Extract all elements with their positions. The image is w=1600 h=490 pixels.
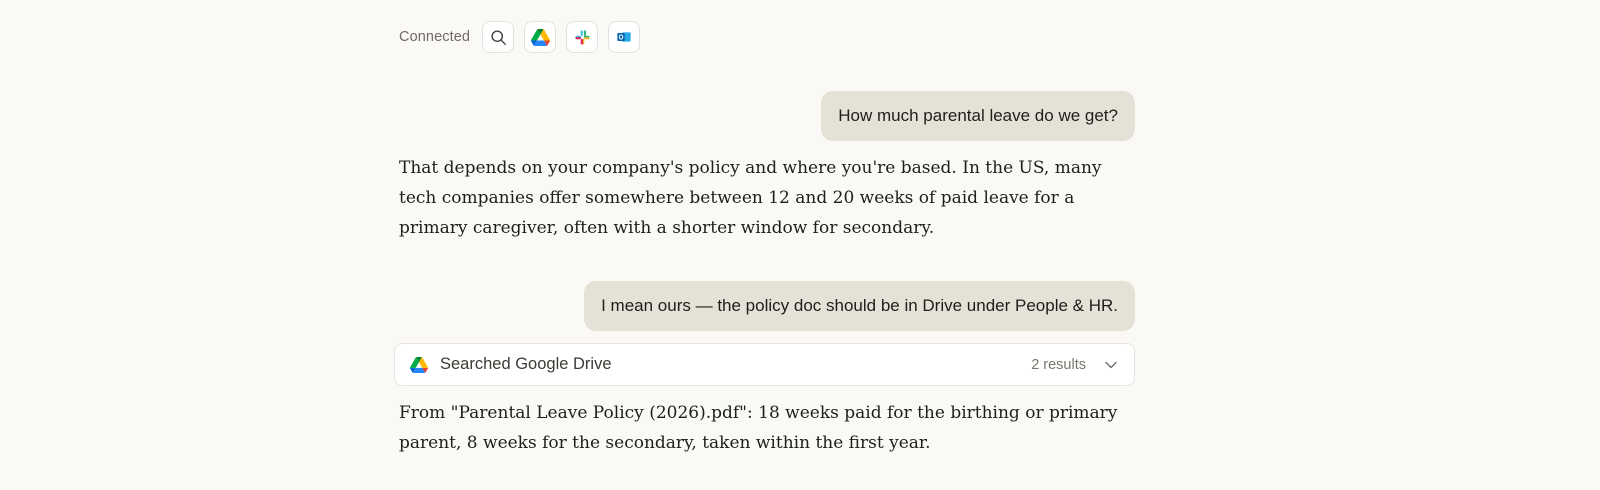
google-drive-icon (410, 356, 428, 373)
outlook-connector-button[interactable] (608, 21, 641, 53)
connectors-bar: Connected (399, 20, 650, 54)
tool-call-card[interactable]: Searched Google Drive 2 results (394, 343, 1135, 386)
user-message-text: I mean ours — the policy doc should be i… (601, 296, 1118, 315)
user-message: I mean ours — the policy doc should be i… (584, 281, 1135, 331)
connected-label: Connected (399, 29, 471, 45)
slack-icon (574, 29, 591, 46)
user-message: How much parental leave do we get? (821, 91, 1135, 141)
slack-connector-button[interactable] (566, 21, 599, 53)
tool-call-title: Searched Google Drive (440, 355, 612, 373)
outlook-icon (616, 29, 632, 45)
search-connector-button[interactable] (482, 21, 515, 53)
tool-call-result-count: 2 results (1031, 356, 1086, 373)
assistant-message: That depends on your company's policy an… (399, 158, 1102, 238)
search-icon (490, 29, 507, 46)
user-message-text: How much parental leave do we get? (838, 106, 1118, 125)
google-drive-connector-button[interactable] (524, 21, 557, 53)
assistant-message: From "Parental Leave Policy (2026).pdf":… (399, 403, 1118, 453)
chevron-down-icon[interactable] (1104, 358, 1118, 372)
google-drive-icon (530, 28, 550, 46)
